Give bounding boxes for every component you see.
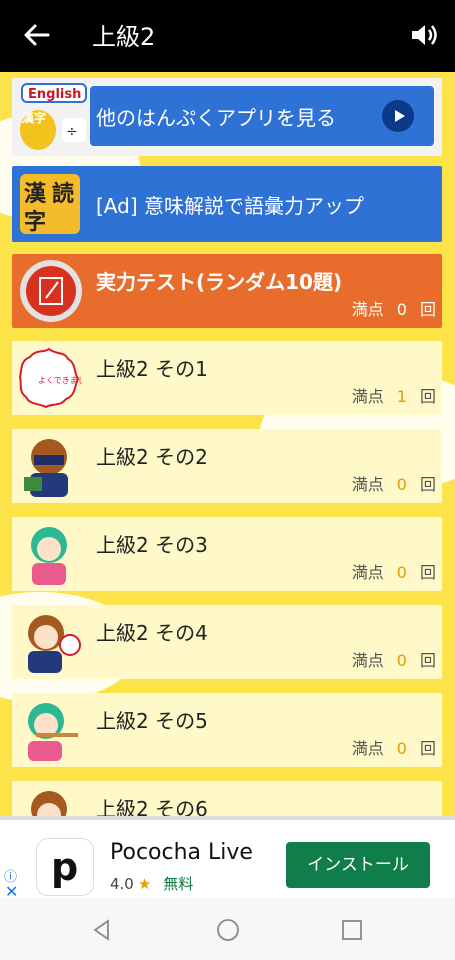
ad-app-name[interactable]: Pococha Live <box>110 840 253 865</box>
list-item[interactable]: よくできました 上級2 その1 満点 1 回 <box>12 341 442 415</box>
score-label: 満点 <box>351 300 384 319</box>
nav-recents-icon[interactable] <box>340 918 364 942</box>
lesson-name: 上級2 その3 <box>96 533 208 557</box>
ad-banner-label: [Ad] 意味解説で語彙力アップ <box>96 194 364 218</box>
kanji-book-icon: 漢 字 読 <box>20 174 80 235</box>
price-label: 無料 <box>163 875 194 893</box>
girl-flute-icon <box>28 703 78 761</box>
star-icon: ★ <box>137 875 152 893</box>
speaker-icon[interactable] <box>409 20 439 50</box>
score-label: 満点 <box>351 739 384 758</box>
perfect-score: 満点 0 回 <box>352 471 436 495</box>
install-button[interactable]: インストール <box>286 842 430 888</box>
score-unit: 回 <box>419 563 436 582</box>
score-value: 0 <box>396 563 407 582</box>
svg-text:÷: ÷ <box>66 124 78 140</box>
score-value: 0 <box>396 475 407 494</box>
list-item[interactable]: 上級2 その2 満点 0 回 <box>12 429 442 503</box>
nav-back-icon[interactable] <box>90 918 114 942</box>
score-label: 満点 <box>351 651 384 670</box>
ninja-boy-icon <box>31 791 67 816</box>
lesson-name: 上級2 その5 <box>96 709 208 733</box>
icon-char: 字 <box>24 210 47 235</box>
system-nav-bar <box>0 898 455 960</box>
play-icon[interactable] <box>382 100 414 132</box>
ninja-boy-reading-icon <box>24 439 68 497</box>
lesson-name: 上級2 その2 <box>96 445 208 469</box>
score-label: 満点 <box>351 563 384 582</box>
list-item[interactable]: 上級2 その5 満点 0 回 <box>12 693 442 767</box>
perfect-score: 満点 0 回 <box>352 296 436 320</box>
tag-english: English <box>28 87 81 102</box>
rating-value: 4.0 <box>110 875 134 893</box>
svg-text:よくできました: よくできました <box>38 376 82 385</box>
score-value: 1 <box>396 387 407 406</box>
kanji-mascot-icon: English 漢字 ÷ <box>20 83 87 150</box>
page-title: 上級2 <box>92 23 156 51</box>
bottom-ad[interactable]: ⓘ ✕ p Pococha Live 4.0 ★ 無料 インストール <box>0 816 455 902</box>
score-value: 0 <box>396 739 407 758</box>
kunoichi-girl-icon <box>31 527 67 585</box>
random-test-button[interactable]: 実力テスト(ランダム10題) 満点 0 回 <box>12 254 442 328</box>
score-value: 0 <box>396 651 407 670</box>
ad-rating: 4.0 ★ 無料 <box>110 873 193 894</box>
other-apps-label: 他のはんぷくアプリを見る <box>96 106 336 130</box>
lesson-name: 上級2 その4 <box>96 621 208 645</box>
perfect-score: 満点 1 回 <box>352 383 436 407</box>
list-item[interactable]: 上級2 その3 満点 0 回 <box>12 517 442 591</box>
list-item[interactable]: 上級2 その6 <box>12 781 442 816</box>
sakura-stamp-icon: よくできました <box>18 347 82 409</box>
score-unit: 回 <box>419 475 436 494</box>
list-item[interactable]: 上級2 その4 満点 0 回 <box>12 605 442 679</box>
score-label: 満点 <box>351 387 384 406</box>
pococha-app-icon[interactable]: p <box>36 838 94 896</box>
ad-banner[interactable]: 漢 字 読 [Ad] 意味解説で語彙力アップ <box>12 166 442 242</box>
score-value: 0 <box>396 300 407 319</box>
tag-kanji: 漢字 <box>22 110 46 125</box>
nav-home-icon[interactable] <box>216 918 240 942</box>
pencil-notebook-icon <box>20 260 82 322</box>
score-unit: 回 <box>419 300 436 319</box>
icon-char: 読 <box>52 182 75 207</box>
app-bar: 上級2 <box>0 0 455 72</box>
test-title: 実力テスト(ランダム10題) <box>96 270 343 294</box>
score-unit: 回 <box>419 387 436 406</box>
score-unit: 回 <box>419 651 436 670</box>
lesson-name: 上級2 その6 <box>96 797 208 816</box>
perfect-score: 満点 0 回 <box>352 735 436 759</box>
score-unit: 回 <box>419 739 436 758</box>
score-label: 満点 <box>351 475 384 494</box>
ninja-boy-icon <box>28 615 81 673</box>
perfect-score: 満点 0 回 <box>352 559 436 583</box>
perfect-score: 満点 0 回 <box>352 647 436 671</box>
lesson-name: 上級2 その1 <box>96 357 208 381</box>
back-arrow-icon[interactable] <box>20 18 54 52</box>
content-list[interactable]: English 漢字 ÷ 他のはんぷくアプリを見る 漢 字 読 [Ad] 意味解… <box>0 72 455 816</box>
other-apps-banner[interactable]: English 漢字 ÷ 他のはんぷくアプリを見る <box>12 78 442 156</box>
